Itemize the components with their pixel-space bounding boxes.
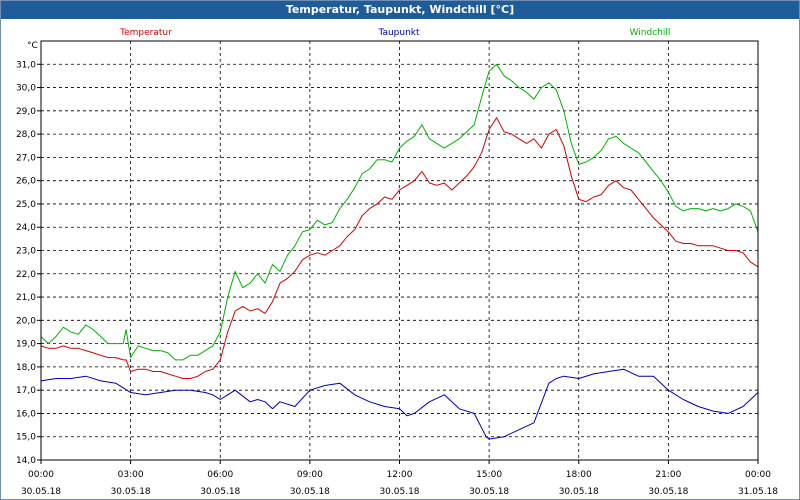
x-tick-time-label: 03:00: [118, 470, 144, 480]
y-tick-label: 23,0: [16, 247, 36, 257]
x-tick-time-label: 00:00: [28, 470, 54, 480]
x-tick-date-label: 30.05.18: [648, 487, 688, 497]
y-tick-label: 30,0: [16, 84, 36, 94]
x-tick-date-label: 30.05.18: [379, 487, 419, 497]
y-tick-label: 17,0: [16, 386, 36, 396]
y-tick-label: 29,0: [16, 107, 36, 117]
y-tick-label: 26,0: [16, 177, 36, 187]
x-tick-date-label: 30.05.18: [200, 487, 240, 497]
y-tick-label: 31,0: [16, 60, 36, 70]
y-tick-label: 15,0: [16, 433, 36, 443]
series-labels: Temperatur Taupunkt Windchill: [119, 28, 670, 38]
x-tick-time-label: 06:00: [207, 470, 233, 480]
legend-label-taupunkt: Taupunkt: [377, 28, 420, 38]
x-tick-date-label: 30.05.18: [469, 487, 509, 497]
legend-label-windchill: Windchill: [630, 28, 671, 38]
x-tick-date-label: 30.05.18: [290, 487, 330, 497]
y-tick-label: 16,0: [16, 409, 36, 419]
x-tick-time-label: 18:00: [566, 470, 592, 480]
y-tick-label: 22,0: [16, 270, 36, 280]
x-tick-date-label: 30.05.18: [559, 487, 599, 497]
y-tick-label: 25,0: [16, 200, 36, 210]
x-tick-time-label: 21:00: [655, 470, 681, 480]
x-axis-ticks: 00:00 30.05.18 03:00 30.05.18 06:00 30.05.18 0…: [21, 460, 778, 497]
chart-canvas: 14,0 15,0 16,0 17,0 18,0 19,0 20,0 21,0 22,0 23,0…: [16, 28, 778, 497]
y-tick-label: 19,0: [16, 340, 36, 350]
x-tick-time-label: 00:00: [745, 470, 771, 480]
x-tick-date-label: 31.05.18: [738, 487, 778, 497]
chart-window: Temperatur, Taupunkt, Windchill [°C] 14,…: [0, 0, 800, 500]
y-axis-unit: °C: [27, 41, 38, 51]
y-tick-label: 27,0: [16, 153, 36, 163]
y-tick-label: 28,0: [16, 130, 36, 140]
y-tick-label: 14,0: [16, 456, 36, 466]
y-tick-label: 24,0: [16, 223, 36, 233]
y-tick-label: 21,0: [16, 293, 36, 303]
y-tick-label: 18,0: [16, 363, 36, 373]
y-tick-label: 20,0: [16, 316, 36, 326]
y-axis-ticks: 14,0 15,0 16,0 17,0 18,0 19,0 20,0 21,0 22,0 23,0…: [16, 60, 41, 466]
x-tick-time-label: 15:00: [476, 470, 502, 480]
legend-label-temperatur: Temperatur: [119, 28, 172, 38]
x-tick-time-label: 12:00: [387, 470, 413, 480]
x-tick-time-label: 09:00: [297, 470, 323, 480]
x-tick-date-label: 30.05.18: [111, 487, 151, 497]
grid-lines: [41, 41, 758, 460]
x-tick-date-label: 30.05.18: [21, 487, 61, 497]
